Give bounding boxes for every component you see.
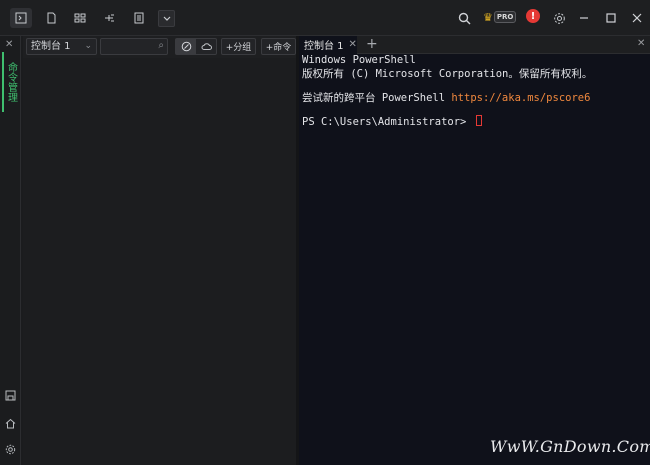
command-search[interactable]: ⌕: [100, 38, 168, 55]
terminal-line: Windows PowerShell: [302, 54, 416, 66]
add-group-button[interactable]: +分组: [221, 38, 256, 55]
maximize-icon[interactable]: [600, 8, 622, 28]
pro-label: PRO: [493, 11, 517, 23]
terminal-icon[interactable]: [10, 8, 32, 28]
close-icon[interactable]: [626, 8, 648, 28]
crown-icon: ♛: [483, 10, 493, 24]
command-panel: 控制台 1 ⌄ ⌕ +分组 +命令: [23, 36, 296, 465]
search-icon[interactable]: [453, 8, 475, 28]
prompt-text: PS C:\Users\Administrator>: [302, 116, 473, 128]
cursor: [475, 115, 482, 126]
panel-toolbar: 控制台 1 ⌄ ⌕ +分组 +命令: [23, 36, 296, 58]
save-icon[interactable]: [3, 388, 18, 403]
view-toggle[interactable]: [175, 38, 217, 55]
network-icon[interactable]: [69, 8, 91, 28]
home-icon[interactable]: [3, 416, 18, 431]
alert-icon[interactable]: !: [526, 9, 540, 23]
watermark: WwW.GnDown.Com: [490, 437, 650, 456]
terminal-output[interactable]: Windows PowerShell 版权所有 (C) Microsoft Co…: [299, 54, 650, 465]
file-icon[interactable]: [40, 8, 62, 28]
tab-close-icon[interactable]: ✕: [349, 39, 357, 50]
panel-close-icon[interactable]: ✕: [5, 39, 13, 50]
console-select-value: 控制台 1: [31, 41, 71, 52]
terminal-line: 尝试新的跨平台 PowerShell https://aka.ms/pscore…: [302, 90, 590, 105]
search-input[interactable]: [103, 40, 151, 53]
activity-bar: ✕ 命令管理: [0, 36, 21, 465]
terminal-prompt: PS C:\Users\Administrator>: [302, 115, 482, 128]
chevron-down-icon: ⌄: [84, 41, 92, 51]
search-icon[interactable]: ⌕: [158, 40, 164, 51]
add-command-button[interactable]: +命令: [261, 38, 296, 55]
settings-icon[interactable]: [3, 442, 18, 457]
console-select[interactable]: 控制台 1 ⌄: [26, 38, 97, 55]
tree-icon[interactable]: [98, 8, 120, 28]
tab-console-1[interactable]: 控制台 1 ✕: [299, 36, 357, 54]
close-tabs-icon[interactable]: ✕: [637, 38, 645, 49]
minimize-icon[interactable]: [573, 8, 595, 28]
pro-badge[interactable]: ♛ PRO: [483, 9, 521, 25]
compass-icon[interactable]: [176, 39, 196, 54]
add-tab-icon[interactable]: +: [366, 36, 378, 53]
list-icon[interactable]: [128, 8, 150, 28]
gear-icon[interactable]: [548, 8, 570, 28]
command-manager-tab[interactable]: 命令管理: [2, 52, 18, 112]
pscore-link[interactable]: https://aka.ms/pscore6: [451, 92, 590, 104]
tab-label: 控制台 1: [304, 41, 344, 52]
terminal-text: 尝试新的跨平台 PowerShell: [302, 92, 452, 104]
title-bar: ♛ PRO !: [0, 0, 650, 36]
cloud-icon[interactable]: [196, 39, 216, 54]
chevron-down-icon[interactable]: [158, 10, 175, 27]
terminal-tabs: 控制台 1 ✕ +: [299, 36, 650, 54]
terminal-line: 版权所有 (C) Microsoft Corporation。保留所有权利。: [302, 68, 593, 80]
